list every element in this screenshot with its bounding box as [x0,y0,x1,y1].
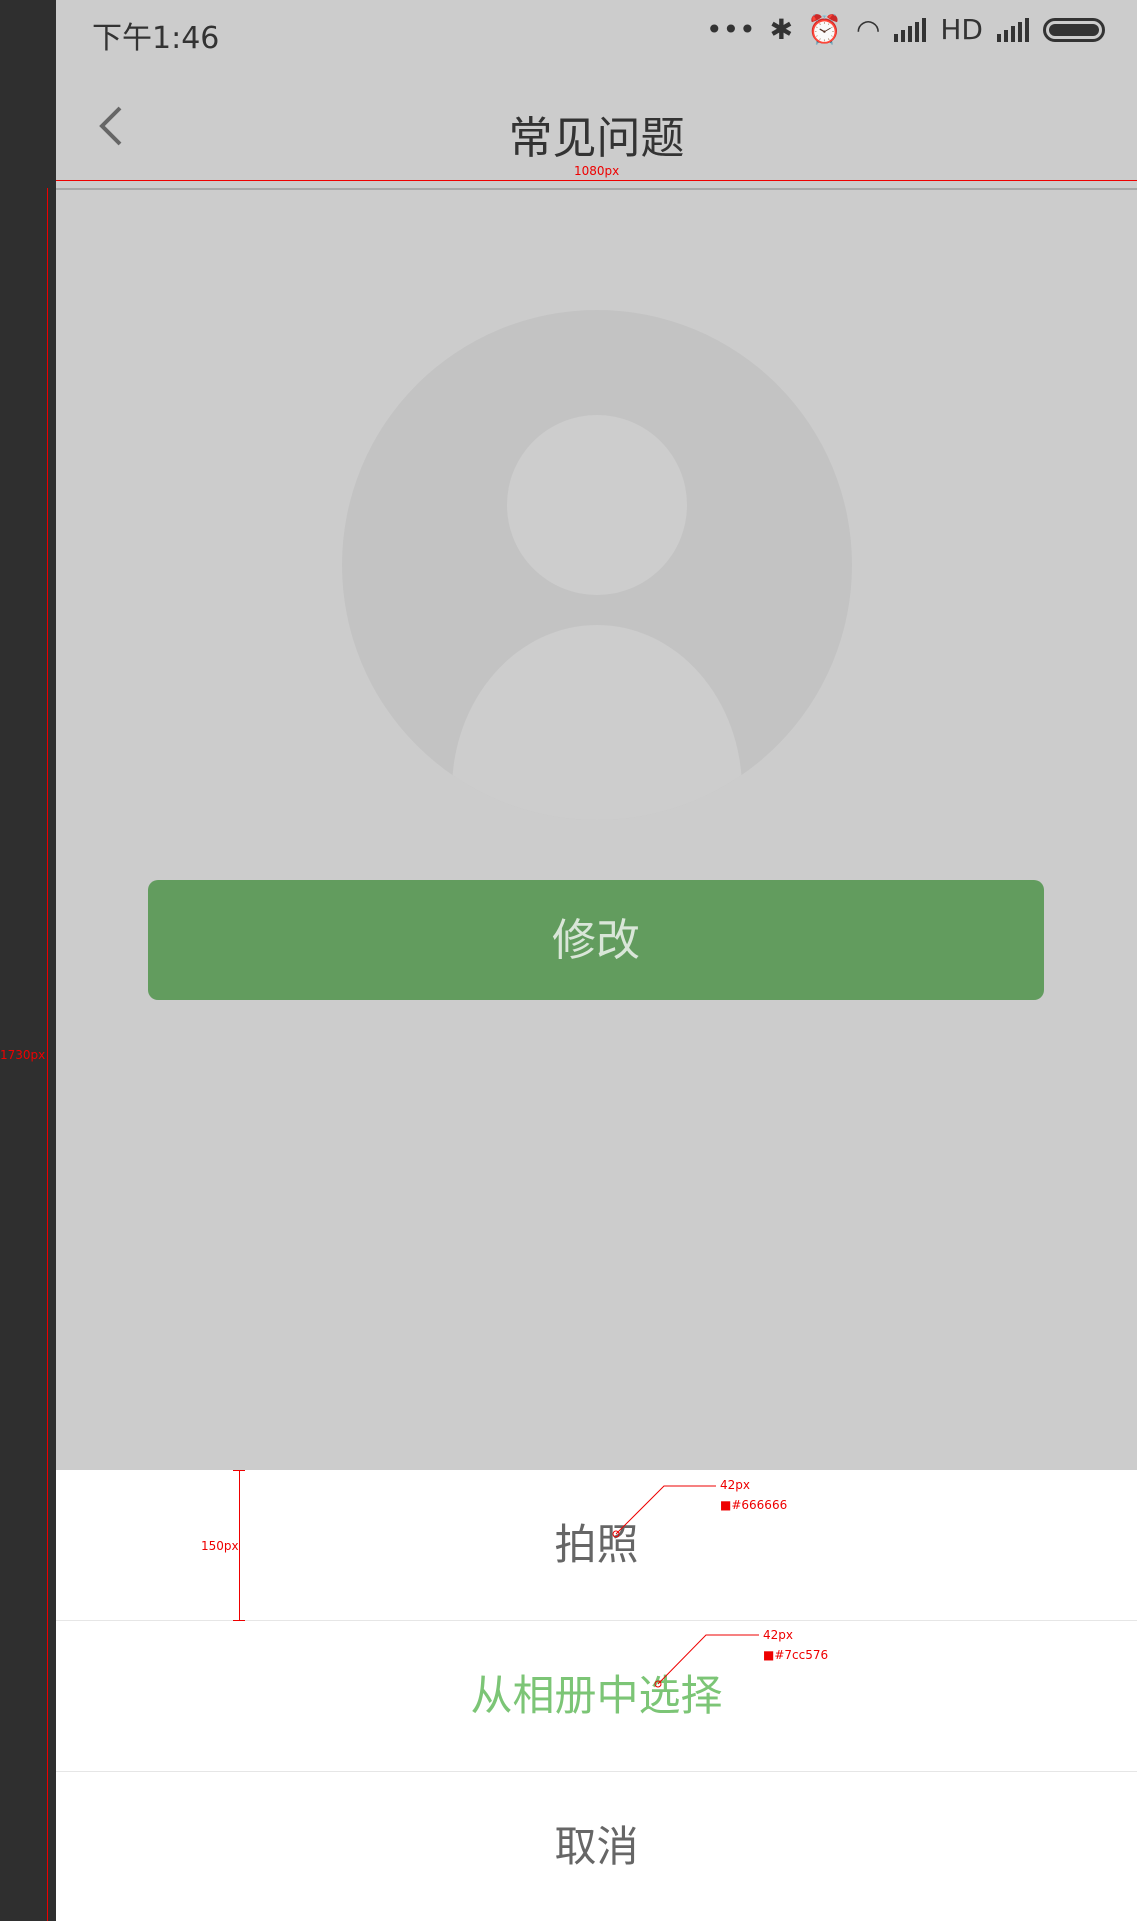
row-height-tick-top [233,1470,245,1471]
signal-icon [894,17,927,42]
choose-from-album-option[interactable]: 从相册中选择 [56,1621,1137,1772]
bluetooth-icon: ✱ [769,13,794,46]
signal-icon-2 [997,17,1029,42]
height-measure-label: 1730px [0,1048,46,1062]
modify-button[interactable]: 修改 [148,880,1044,1000]
color-spec-2-value: #7cc576 [774,1648,829,1662]
status-time: 下午1:46 [92,21,220,56]
avatar-body-shape [452,625,742,820]
color-spec-2: ■#7cc576 [763,1648,829,1662]
avatar-placeholder[interactable] [342,310,852,820]
width-measure-label: 1080px [574,164,620,178]
action-sheet: 拍照 从相册中选择 取消 [56,1470,1137,1921]
more-dots-icon: ••• [706,13,756,46]
font-size-spec-1: 42px [720,1478,750,1492]
alarm-icon: ⏰ [807,13,842,46]
width-measure-line [56,180,1137,181]
color-spec-1: ■#666666 [720,1498,788,1512]
battery-icon [1043,17,1105,42]
row-height-label: 150px [201,1539,239,1553]
cancel-option[interactable]: 取消 [56,1772,1137,1921]
wifi-icon: ◠ [855,13,881,46]
row-height-measure-line [239,1470,240,1620]
avatar-head-shape [507,415,687,595]
font-size-spec-2: 42px [763,1628,793,1642]
page-title: 常见问题 [508,113,685,164]
row-height-tick-bottom [233,1620,245,1621]
phone-screen: 下午1:46 ••• ✱ ⏰ ◠ HD 常见问题 1080px 修改 拍照 从相… [56,0,1137,1921]
network-type-label: HD [940,13,983,46]
color-spec-1-value: #666666 [731,1498,788,1512]
height-measure-line [47,188,48,1921]
status-bar: 下午1:46 ••• ✱ ⏰ ◠ HD [56,0,1137,66]
status-icons: ••• ✱ ⏰ ◠ HD [706,13,1105,46]
